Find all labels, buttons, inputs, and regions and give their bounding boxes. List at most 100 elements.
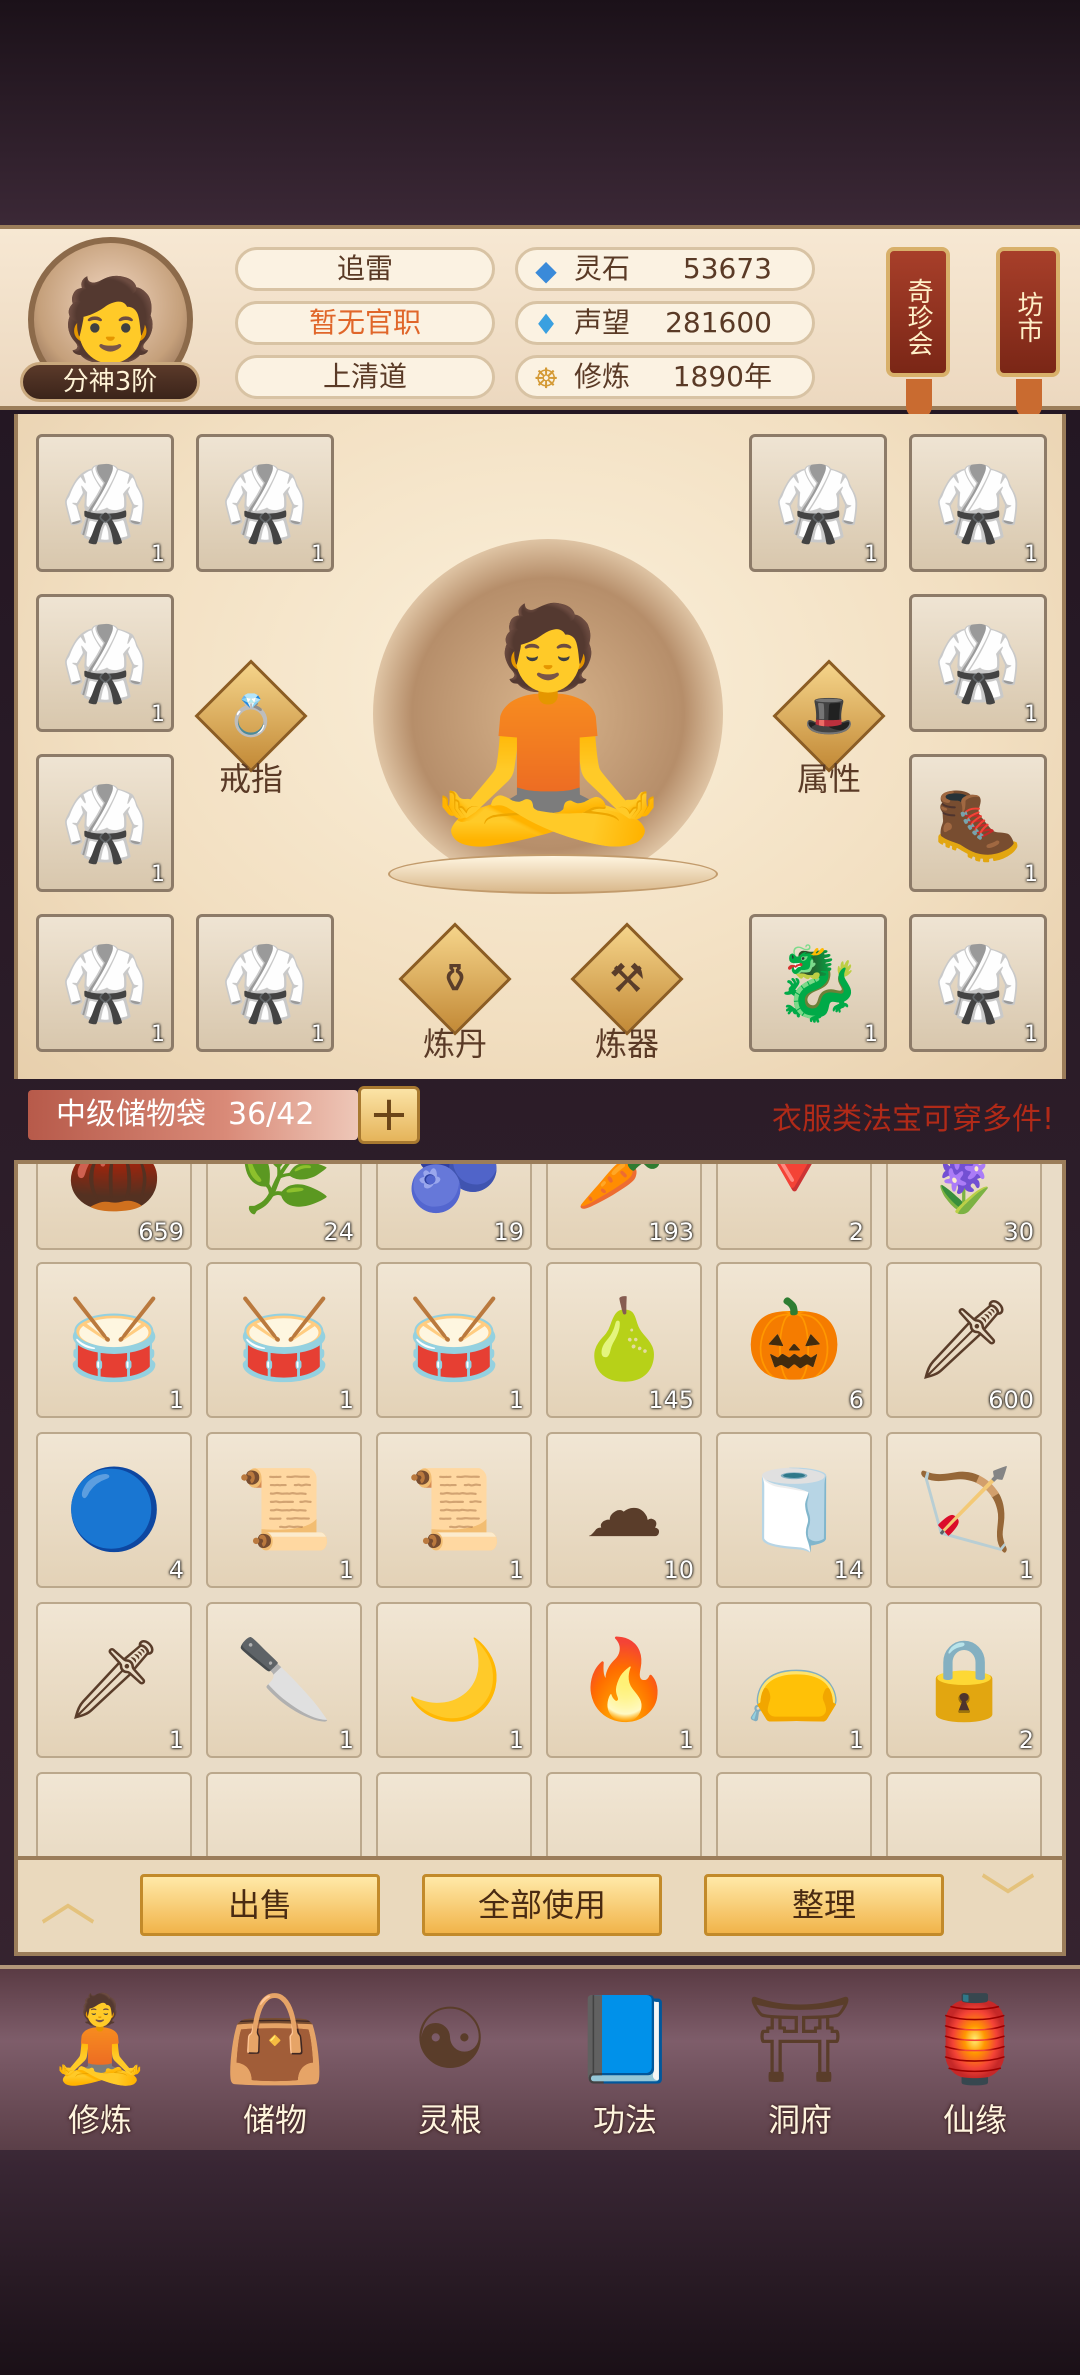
ring-icon[interactable]: 💍 (211, 676, 291, 756)
inventory-empty-slot[interactable] (206, 1772, 362, 1856)
inventory-item[interactable]: 📜 1 (206, 1432, 362, 1588)
inventory-item[interactable]: 🏹 1 (886, 1432, 1042, 1588)
cauldron-icon[interactable]: ⚱ (415, 939, 495, 1019)
item-count: 1 (338, 1556, 354, 1584)
expand-bag-button[interactable]: + (358, 1086, 420, 1144)
inventory-empty-slot[interactable] (716, 1772, 872, 1856)
inventory-item[interactable]: 🗡 1 (36, 1602, 192, 1758)
gourd-orange-icon: 🎃 (745, 1295, 843, 1385)
robe-icon: 🥋 (220, 941, 310, 1025)
equip-slot[interactable]: 🥋 1 (36, 914, 174, 1052)
market-button[interactable]: 坊市 (996, 247, 1060, 377)
inventory-item[interactable]: 🧻 14 (716, 1432, 872, 1588)
equip-slot[interactable]: 🥋 1 (196, 434, 334, 572)
item-count: 1 (311, 542, 325, 567)
item-count: 1 (1024, 1022, 1038, 1047)
item-count: 14 (833, 1556, 864, 1584)
equip-slot[interactable]: 🥋 1 (196, 914, 334, 1052)
item-count: 1 (151, 542, 165, 567)
inventory-item[interactable]: 📜 1 (376, 1432, 532, 1588)
item-count: 1 (1018, 1556, 1034, 1584)
bottom-nav: 🧘 修炼 👜 储物 ☯ 灵根 📘 功法 ⛩ 洞府 🏮 仙缘 (0, 1965, 1080, 2150)
nav-spirit-root[interactable]: ☯ 灵根 (375, 1989, 525, 2149)
inventory-item[interactable]: 🪻 30 (886, 1164, 1042, 1250)
use-all-button[interactable]: 全部使用 (422, 1874, 662, 1936)
inventory-item[interactable]: 🔒 2 (886, 1602, 1042, 1758)
sort-button[interactable]: 整理 (704, 1874, 944, 1936)
inventory-item[interactable]: 🗡 600 (886, 1262, 1042, 1418)
item-count: 2 (1018, 1726, 1034, 1754)
inventory-item[interactable]: 🔵 4 (36, 1432, 192, 1588)
nav-cultivation[interactable]: 🧘 修炼 (25, 1989, 175, 2149)
berry-icon: 🫐 (405, 1160, 503, 1217)
scroll-green-icon: 📜 (235, 1465, 333, 1555)
item-count: 19 (493, 1218, 524, 1246)
nav-fortune[interactable]: 🏮 仙缘 (900, 1989, 1050, 2149)
stat-spirit-stone: ◆ 灵石 53673 (515, 247, 815, 291)
equip-slot[interactable]: 🐉 1 (749, 914, 887, 1052)
item-count: 1 (508, 1556, 524, 1584)
inventory-item[interactable]: 🫐 19 (376, 1160, 532, 1250)
attribute-icon[interactable]: 🎩 (789, 676, 869, 756)
inventory-item[interactable]: 🥁 1 (376, 1262, 532, 1418)
inventory-item[interactable]: 👝 1 (716, 1602, 872, 1758)
item-count: 600 (988, 1386, 1034, 1414)
equip-slot[interactable]: 🥋 1 (909, 434, 1047, 572)
sell-button[interactable]: 出售 (140, 1874, 380, 1936)
inventory-empty-slot[interactable] (36, 1772, 192, 1856)
robe-icon: 🥋 (933, 461, 1023, 545)
equip-slot[interactable]: 🥋 1 (909, 914, 1047, 1052)
equip-slot[interactable]: 🥋 1 (909, 594, 1047, 732)
item-count: 1 (151, 702, 165, 727)
inventory-empty-slot[interactable] (376, 1772, 532, 1856)
inventory-item[interactable]: 🍐 145 (546, 1262, 702, 1418)
equip-slot[interactable]: 🥋 1 (36, 434, 174, 572)
item-count: 1 (864, 542, 878, 567)
curved-blade-icon: 🌙 (405, 1635, 503, 1725)
inventory-item[interactable]: 🔪 1 (206, 1602, 362, 1758)
equip-slot[interactable]: 🥋 1 (36, 594, 174, 732)
item-count: 1 (168, 1726, 184, 1754)
forge-button-label[interactable]: 炼器 (572, 1019, 682, 1065)
official-title[interactable]: 暂无官职 (235, 301, 495, 345)
nav-techniques[interactable]: 📘 功法 (550, 1989, 700, 2149)
ring-button-label[interactable]: 戒指 (196, 754, 306, 800)
bag-name: 中级储物袋 (56, 1097, 206, 1132)
anvil-icon[interactable]: ⚒ (587, 939, 667, 1019)
scroll-down-arrow-icon[interactable]: ﹀ (978, 1874, 1038, 1930)
inventory-item[interactable]: 🥁 1 (206, 1262, 362, 1418)
inventory-item[interactable]: 🥁 1 (36, 1262, 192, 1418)
stat-value: 281600 (665, 306, 772, 339)
inventory-item[interactable]: 🌿 24 (206, 1164, 362, 1250)
stat-cultivation: ☸ 修炼 1890年 (515, 355, 815, 399)
equip-slot[interactable]: 🥾 1 (909, 754, 1047, 892)
inventory-item[interactable]: 🎃 6 (716, 1262, 872, 1418)
treasure-auction-button[interactable]: 奇珍会 (886, 247, 950, 377)
item-count: 1 (338, 1726, 354, 1754)
gourd-green-icon: 🍐 (575, 1295, 673, 1385)
inventory-item[interactable]: 🌰 659 (36, 1164, 192, 1250)
inventory-item[interactable]: 🔥 1 (546, 1602, 702, 1758)
drum-icon: 🥁 (405, 1295, 503, 1385)
inventory-empty-slot[interactable] (546, 1772, 702, 1856)
stat-reputation: ♦ 声望 281600 (515, 301, 815, 345)
scroll-up-arrow-icon[interactable]: ︿ (38, 1874, 98, 1930)
robe-icon: 🥋 (933, 621, 1023, 705)
nav-storage[interactable]: 👜 储物 (200, 1989, 350, 2149)
top-backdrop (0, 0, 1080, 225)
inventory-item[interactable]: 🌙 1 (376, 1602, 532, 1758)
inventory-empty-slot[interactable] (886, 1772, 1042, 1856)
inventory-item[interactable]: 🥕 193 (546, 1164, 702, 1250)
attribute-button-label[interactable]: 属性 (774, 754, 884, 800)
character-header: 🧑 分神3阶 追雷 暂无官职 上清道 ◆ 灵石 53673 ♦ 声望 28160… (0, 225, 1080, 419)
inventory-item[interactable]: 🔻 2 (716, 1164, 872, 1250)
nav-cave-house[interactable]: ⛩ 洞府 (725, 1989, 875, 2149)
inventory-item[interactable]: ☁ 10 (546, 1432, 702, 1588)
equip-slot[interactable]: 🥋 1 (36, 754, 174, 892)
lotus-platform (388, 854, 718, 894)
equip-slot[interactable]: 🥋 1 (749, 434, 887, 572)
alchemy-button-label[interactable]: 炼丹 (400, 1019, 510, 1065)
bow-icon: 🏹 (915, 1465, 1013, 1555)
paper-scroll-icon: 🧻 (745, 1465, 843, 1555)
item-count: 1 (338, 1386, 354, 1414)
